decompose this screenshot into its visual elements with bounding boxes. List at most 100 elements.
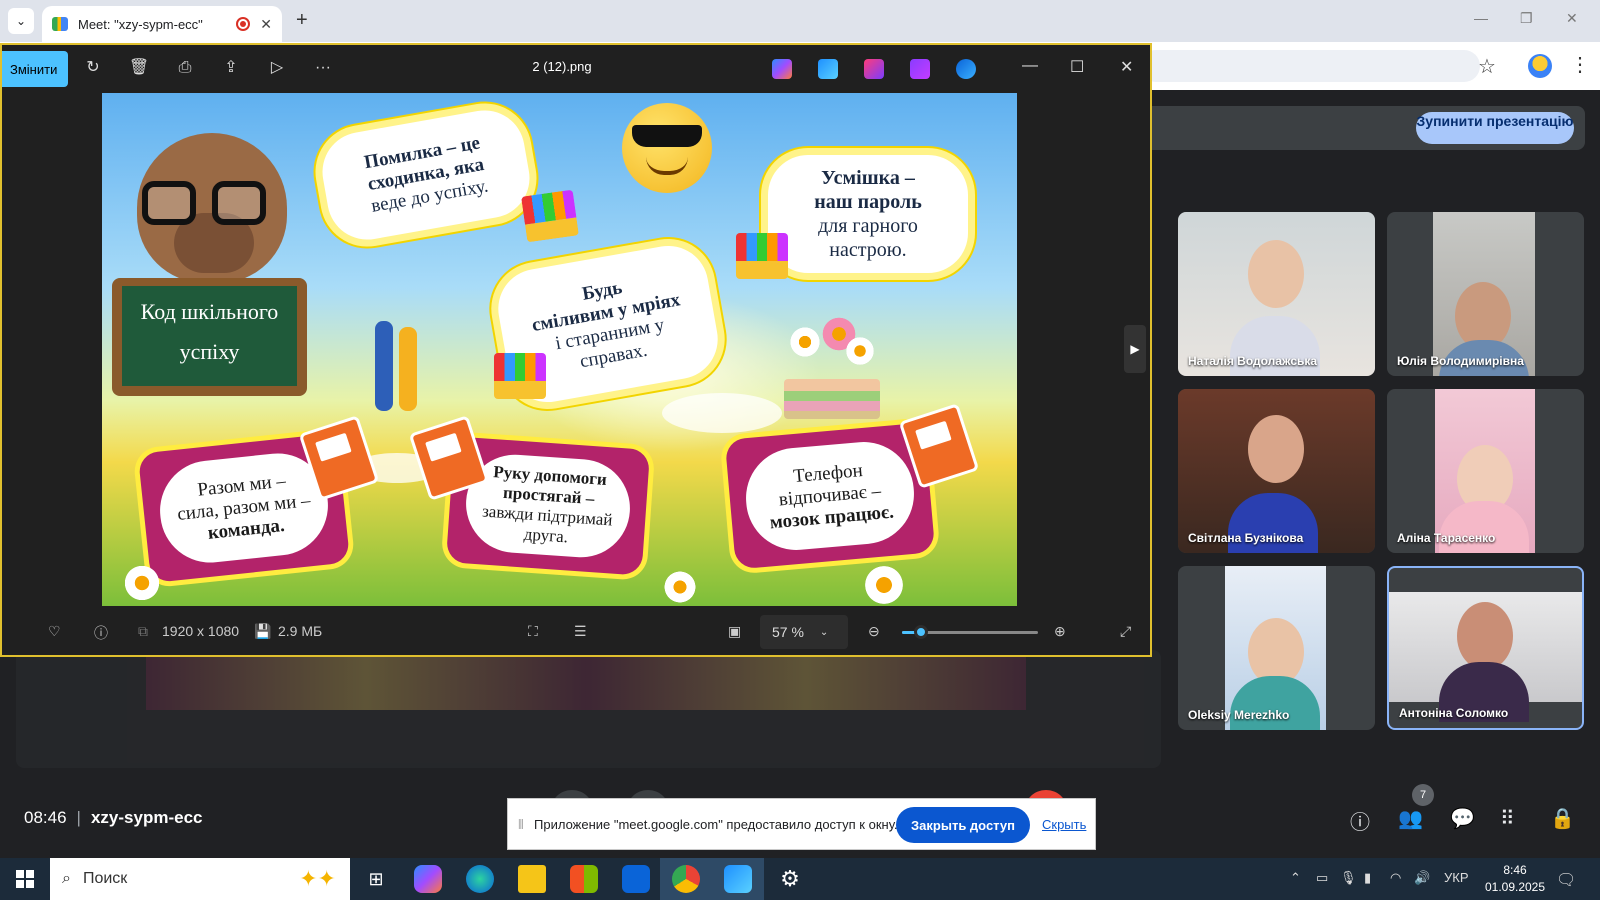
rule-box-phone: Телефон відпочиває – мозок працює. xyxy=(724,422,936,570)
print-icon[interactable]: ⎙ xyxy=(174,57,196,79)
browser-menu-icon[interactable]: ⋮ xyxy=(1570,52,1590,77)
battery-icon[interactable]: ▮ xyxy=(1364,870,1371,886)
address-input[interactable] xyxy=(1140,50,1480,82)
delete-icon[interactable]: 🗑 xyxy=(128,57,150,79)
stop-sharing-button[interactable]: Закрыть доступ xyxy=(896,807,1030,843)
file-explorer-icon[interactable] xyxy=(518,865,546,893)
slideshow-icon[interactable]: ▷ xyxy=(266,57,288,79)
photos-app-icon[interactable] xyxy=(818,59,838,79)
flowers-books-illustration xyxy=(774,315,884,425)
photos-viewer-window: Змінити ↻ 🗑 ⎙ ⇪ ▷ ··· 2 (12).png — ☐ ✕ К… xyxy=(0,43,1152,657)
search-icon: ⌕ xyxy=(62,870,71,887)
meeting-time: 08:46 xyxy=(24,808,67,827)
quote-bubble-smile: Усмішка – наш пароль для гарного настрою… xyxy=(768,155,968,273)
viewer-maximize-icon[interactable]: ☐ xyxy=(1070,57,1084,77)
copilot-icon[interactable] xyxy=(772,59,792,79)
crayons-icon xyxy=(736,233,788,279)
edge-icon[interactable] xyxy=(466,865,494,893)
wifi-icon[interactable]: ◠ xyxy=(1390,870,1401,886)
drag-handle-icon[interactable]: ⦀ xyxy=(518,817,524,833)
tray-overflow-icon[interactable]: ⌃ xyxy=(1290,870,1301,886)
taskbar-search[interactable]: ⌕ Поиск ✦✦ xyxy=(50,858,350,900)
zoom-slider-thumb[interactable] xyxy=(914,625,929,639)
zoom-in-icon[interactable]: ⊕ xyxy=(1054,623,1066,640)
participant-tile[interactable]: Аліна Тарасенко xyxy=(1387,389,1584,553)
viewer-status-bar: ♡ ⓘ ⧉ 1920 x 1080 💾 2.9 МБ ⛶ ☰ ▣ 57 % ⌄ … xyxy=(2,607,1150,657)
photos-taskbar-icon[interactable] xyxy=(724,865,752,893)
hide-notice-link[interactable]: Скрыть xyxy=(1042,817,1086,832)
taskbar-search-placeholder: Поиск xyxy=(82,870,128,887)
meeting-info-icon[interactable]: ⓘ xyxy=(1350,806,1370,835)
camera-tray-icon[interactable]: ▭ xyxy=(1316,870,1328,886)
favorite-icon[interactable]: ♡ xyxy=(48,623,61,640)
people-count-badge: 7 xyxy=(1412,784,1434,806)
text-extract-icon[interactable]: ☰ xyxy=(574,623,587,640)
minimize-icon[interactable]: — xyxy=(1474,10,1488,26)
participant-tile[interactable]: Наталія Водолажська xyxy=(1178,212,1375,376)
participant-tile[interactable]: Світлана Бузнікова xyxy=(1178,389,1375,553)
zoom-level-select[interactable]: 57 % ⌄ xyxy=(760,615,848,649)
visual-search-icon[interactable]: ⛶ xyxy=(528,623,538,640)
activities-icon[interactable]: ⠿ xyxy=(1500,806,1515,831)
viewer-close-icon[interactable]: ✕ xyxy=(1120,57,1133,77)
edit-button[interactable]: Змінити xyxy=(2,51,68,87)
participant-tile[interactable]: Oleksiy Merezhko xyxy=(1178,566,1375,730)
volume-icon[interactable]: 🔊 xyxy=(1414,870,1430,886)
outlook-icon[interactable] xyxy=(622,865,650,893)
notifications-icon[interactable]: 🗨 xyxy=(1556,870,1576,890)
zoom-slider[interactable] xyxy=(902,625,1038,639)
profile-avatar-icon[interactable] xyxy=(1528,54,1552,78)
close-window-icon[interactable]: ✕ xyxy=(1566,10,1578,27)
tab-search-button[interactable]: ⌄ xyxy=(8,8,34,34)
clipchamp-icon[interactable] xyxy=(910,59,930,79)
image-file-size: 2.9 МБ xyxy=(278,623,323,639)
store-icon[interactable] xyxy=(570,865,598,893)
next-image-button[interactable]: ▶ xyxy=(1124,325,1146,373)
file-info-icon[interactable]: ⓘ xyxy=(94,623,108,643)
task-view-icon[interactable]: ⊞ xyxy=(362,865,390,893)
crayons-icon xyxy=(521,189,579,243)
bookmark-star-icon[interactable]: ☆ xyxy=(1478,54,1496,79)
participant-tile[interactable]: Юлія Володимирівна xyxy=(1387,212,1584,376)
fit-screen-icon[interactable]: ▣ xyxy=(728,623,741,640)
fullscreen-icon[interactable]: ⤢ xyxy=(1120,623,1131,640)
chrome-icon[interactable] xyxy=(672,865,700,893)
more-options-icon[interactable]: ··· xyxy=(312,57,334,79)
dimensions-icon: ⧉ xyxy=(138,623,148,639)
share-notice-message: Приложение "meet.google.com" предоставил… xyxy=(534,817,898,832)
chat-icon[interactable]: 💬 xyxy=(1450,806,1475,831)
tab-meet[interactable]: Meet: "xzy-sypm-ecc" ✕ xyxy=(42,6,282,42)
quote-bubble-mistake: Помилка – це сходинка, яка веде до успіх… xyxy=(316,104,536,246)
file-name: 2 (12).png xyxy=(532,59,592,74)
rotate-icon[interactable]: ↻ xyxy=(82,57,104,79)
system-clock[interactable]: 8:46 01.09.2025 xyxy=(1480,862,1550,896)
meeting-details: 08:46 | xzy-sypm-ecc xyxy=(24,808,203,827)
tab-close-icon[interactable]: ✕ xyxy=(260,16,272,33)
people-icon[interactable]: 👥 xyxy=(1398,806,1423,831)
recording-icon xyxy=(236,17,251,31)
board-line-1: Код шкільного xyxy=(140,299,279,324)
participant-name: Oleksiy Merezhko xyxy=(1188,708,1290,722)
share-notice-bar: ⦀ Приложение "meet.google.com" предостав… xyxy=(507,798,1096,850)
participant-tile-active[interactable]: Антоніна Соломко xyxy=(1387,566,1584,730)
viewer-toolbar: Змінити ↻ 🗑 ⎙ ⇪ ▷ ··· 2 (12).png — ☐ ✕ xyxy=(2,45,1150,91)
zoom-out-icon[interactable]: ⊖ xyxy=(868,623,880,640)
settings-gear-icon[interactable]: ⚙ xyxy=(776,865,804,893)
microphone-tray-icon[interactable]: 🎙 xyxy=(1340,870,1357,886)
viewer-minimize-icon[interactable]: — xyxy=(1022,57,1038,75)
language-indicator[interactable]: УКР xyxy=(1444,870,1469,885)
file-size-icon: 💾 xyxy=(254,623,272,639)
copilot-taskbar-icon[interactable] xyxy=(414,865,442,893)
participant-name: Світлана Бузнікова xyxy=(1188,531,1304,545)
participant-name: Антоніна Соломко xyxy=(1399,706,1509,720)
new-tab-button[interactable]: + xyxy=(296,9,308,32)
windows-start-icon[interactable] xyxy=(16,870,34,888)
restore-icon[interactable]: ❐ xyxy=(1520,10,1533,27)
tab-title: Meet: "xzy-sypm-ecc" xyxy=(78,16,203,32)
search-highlight-icon: ✦✦ xyxy=(299,866,336,891)
host-controls-icon[interactable]: 🔒 xyxy=(1550,806,1575,831)
designer-icon[interactable] xyxy=(864,59,884,79)
share-icon[interactable]: ⇪ xyxy=(220,57,242,79)
onedrive-icon[interactable] xyxy=(956,59,976,79)
stop-presentation-button[interactable]: Зупинити презентацію xyxy=(1416,112,1574,144)
